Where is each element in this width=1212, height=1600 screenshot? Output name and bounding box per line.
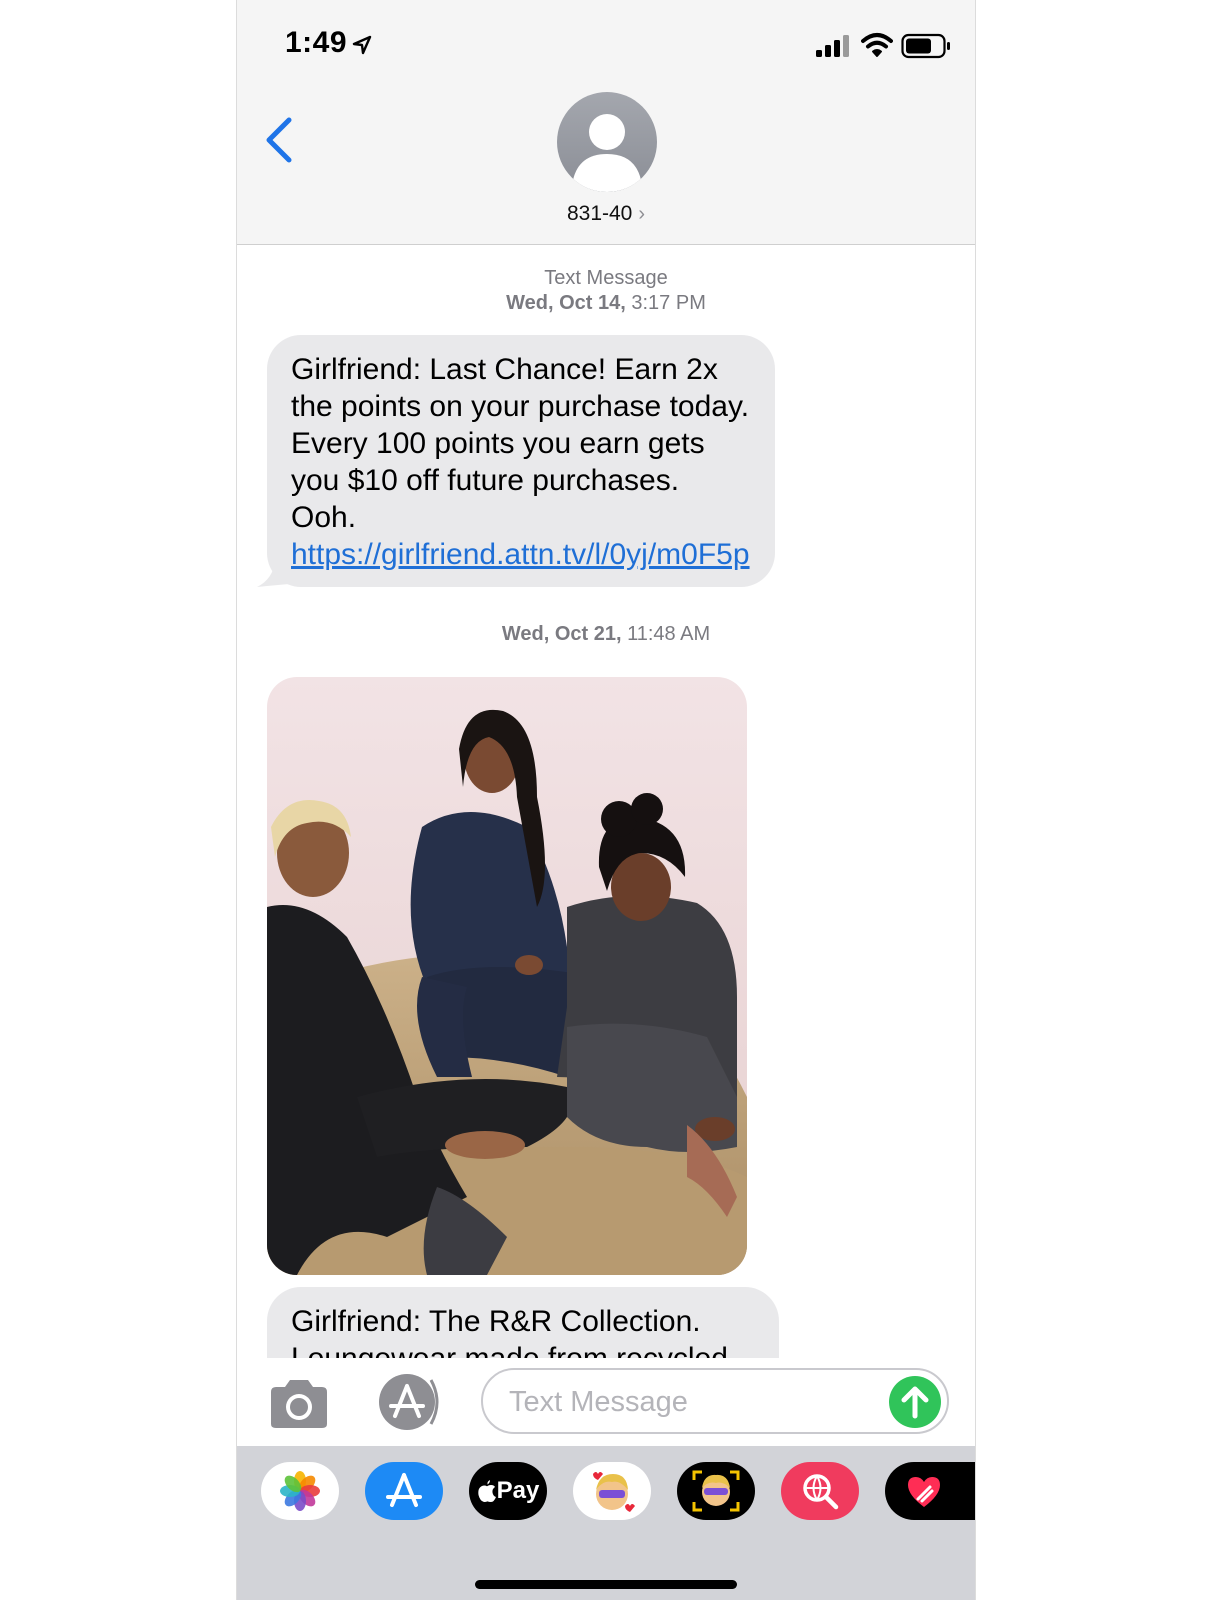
message-timestamp: Text Message Wed, Oct 14, 3:17 PM	[237, 266, 975, 316]
message-field[interactable]	[481, 1368, 949, 1434]
digital-touch-app-button[interactable]	[885, 1462, 975, 1520]
message-text: Girlfriend: Last Chance! Earn 2x the poi…	[291, 353, 750, 534]
message-input[interactable]	[507, 1380, 871, 1424]
contact-name-button[interactable]: 831-40 ›	[237, 202, 975, 226]
message-bubble[interactable]: Girlfriend: Last Chance! Earn 2x the poi…	[267, 335, 775, 587]
battery-icon	[901, 33, 950, 59]
app-store-button-icon[interactable]	[371, 1372, 443, 1432]
message-link[interactable]: https://girlfriend.attn.tv/l/0yj/m0F5p	[291, 538, 750, 571]
contact-avatar[interactable]	[557, 92, 657, 192]
contact-chevron: ›	[638, 203, 646, 225]
digital-touch-icon	[908, 1477, 940, 1507]
photos-app-button[interactable]	[261, 1462, 339, 1520]
apple-logo-icon	[477, 1480, 496, 1502]
arrow-up-icon	[901, 1386, 929, 1419]
memoji-stickers-icon	[593, 1472, 635, 1512]
photos-icon	[280, 1471, 320, 1511]
conversation-header: 1:49 831-40 ›	[237, 0, 975, 245]
messages-screen: 1:49 831-40 › Text Message Wed, Oct 14, …	[236, 0, 976, 1600]
cellular-signal-icon	[816, 35, 849, 57]
timestamp-time: 3:17 PM	[631, 292, 706, 314]
timestamp-day: Wed, Oct 14,	[506, 292, 626, 314]
apple-pay-app-button[interactable]: Pay	[469, 1462, 547, 1520]
web-search-icon	[803, 1474, 839, 1510]
loungewear-photo	[267, 677, 747, 1275]
message-image[interactable]	[267, 677, 747, 1275]
message-text: Girlfriend: The R&R Collection. Loungewe…	[291, 1305, 728, 1358]
animoji-icon	[692, 1470, 740, 1512]
web-search-app-button[interactable]	[781, 1462, 859, 1520]
app-drawer: Pay	[237, 1446, 975, 1600]
send-button[interactable]	[889, 1376, 941, 1428]
home-indicator[interactable]	[475, 1580, 737, 1589]
message-timestamp: Wed, Oct 21, 11:48 AM	[237, 622, 975, 647]
contact-name: 831-40	[566, 202, 633, 225]
location-arrow-icon	[352, 35, 372, 55]
timestamp-day: Wed, Oct 21,	[501, 623, 622, 645]
app-store-app-button[interactable]	[365, 1462, 443, 1520]
message-bubble[interactable]: Girlfriend: The R&R Collection. Loungewe…	[267, 1287, 779, 1358]
status-time: 1:49	[285, 26, 348, 59]
timestamp-time: 11:48 AM	[627, 623, 711, 645]
wifi-icon	[861, 33, 893, 57]
message-thread[interactable]: Text Message Wed, Oct 14, 3:17 PM Girlfr…	[237, 245, 975, 1358]
back-chevron-icon[interactable]	[261, 114, 297, 166]
message-service-label: Text Message	[544, 267, 668, 289]
person-silhouette-icon	[573, 114, 641, 192]
animoji-app-button[interactable]	[677, 1462, 755, 1520]
app-store-icon	[386, 1473, 422, 1507]
apple-pay-label: Pay	[496, 1477, 540, 1504]
compose-bar	[237, 1358, 975, 1446]
camera-icon[interactable]	[267, 1378, 331, 1430]
memoji-stickers-app-button[interactable]	[573, 1462, 651, 1520]
